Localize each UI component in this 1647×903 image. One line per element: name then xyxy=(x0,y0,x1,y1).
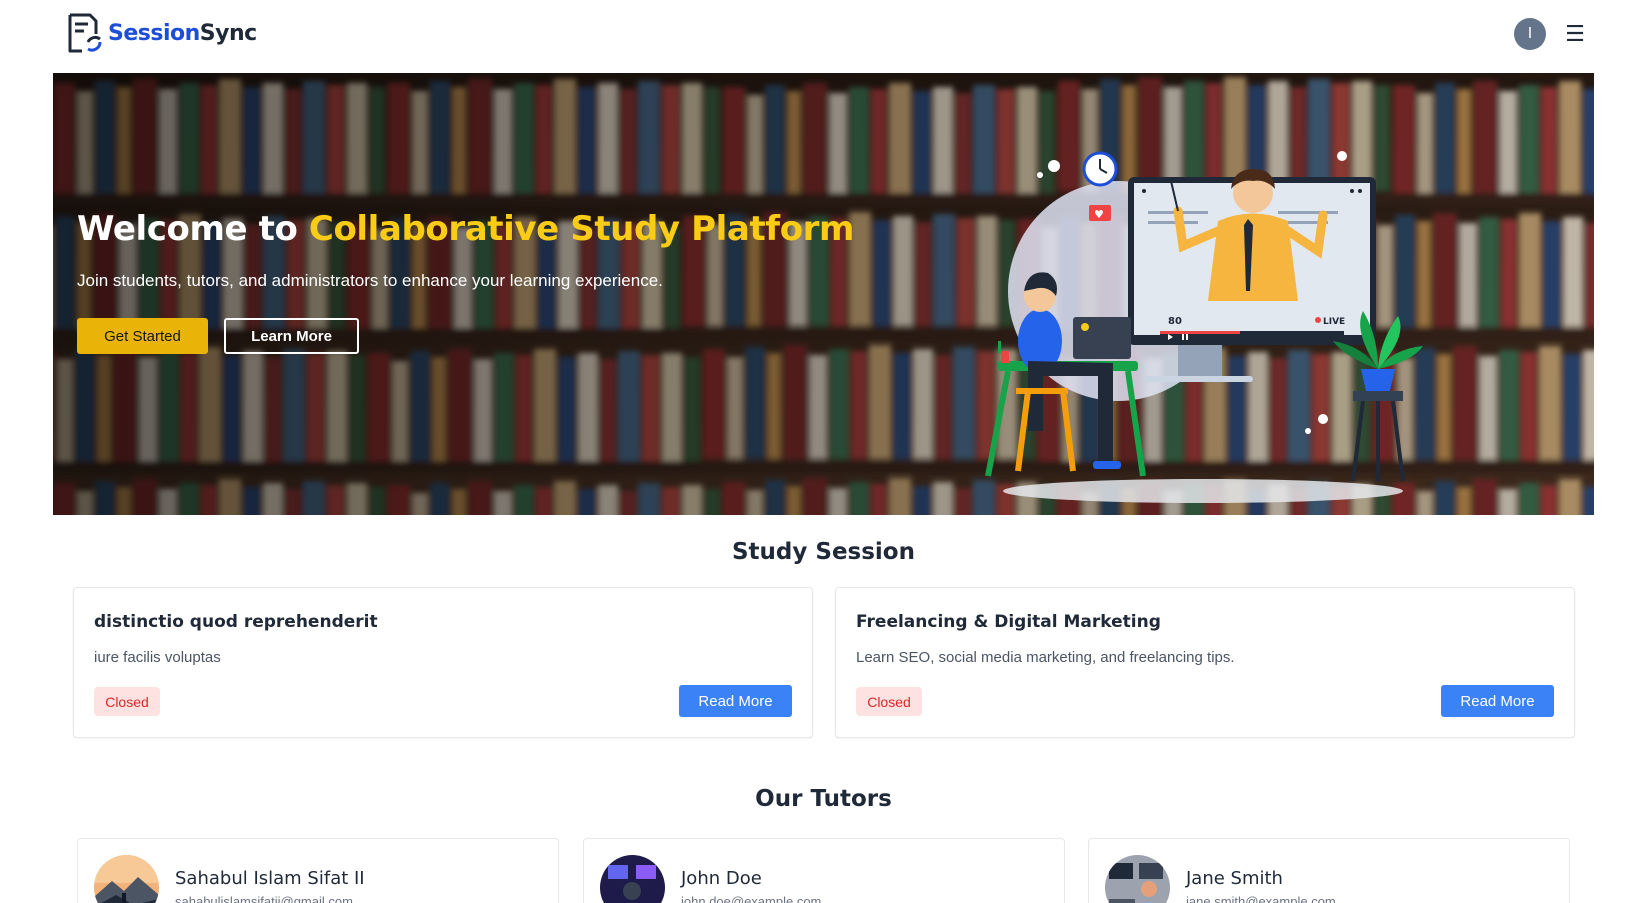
tutor-avatar xyxy=(600,855,665,903)
brand-logo[interactable]: SessionSync xyxy=(66,12,257,54)
tutor-card[interactable]: Jane Smith jane.smith@example.com xyxy=(1088,838,1570,903)
session-title: distinctio quod reprehenderit xyxy=(94,612,378,632)
status-badge: Closed xyxy=(94,687,160,716)
tutor-avatar xyxy=(94,855,159,903)
read-more-button[interactable]: Read More xyxy=(1441,685,1554,717)
session-description: Learn SEO, social media marketing, and f… xyxy=(856,649,1235,666)
live-label-text: LIVE xyxy=(1323,317,1345,327)
hero-title: Welcome to Collaborative Study Platform xyxy=(77,209,854,249)
hero-banner: Welcome to Collaborative Study Platform … xyxy=(53,73,1594,515)
laptop xyxy=(1073,317,1131,359)
tutor-name: Sahabul Islam Sifat II xyxy=(175,868,365,889)
tutor-name: John Doe xyxy=(681,868,762,889)
gamer-photo-icon xyxy=(600,855,665,903)
svg-text:♥: ♥ xyxy=(1094,208,1104,221)
tutor-avatar xyxy=(1105,855,1170,903)
tutor-email: jane.smith@example.com xyxy=(1186,894,1336,903)
navbar: SessionSync I ☰ xyxy=(0,0,1647,70)
session-title: Freelancing & Digital Marketing xyxy=(856,612,1161,632)
user-avatar-button[interactable]: I xyxy=(1514,18,1546,50)
learn-more-button[interactable]: Learn More xyxy=(224,318,359,354)
status-badge: Closed xyxy=(856,687,922,716)
viewer-count-text: 80 xyxy=(1168,316,1182,327)
hamburger-menu-icon[interactable]: ☰ xyxy=(1564,22,1586,46)
session-description: iure facilis voluptas xyxy=(94,649,221,666)
studio-photo-icon xyxy=(1105,855,1170,903)
mountain-photo-icon xyxy=(94,855,159,903)
session-card: Freelancing & Digital Marketing Learn SE… xyxy=(835,587,1575,738)
brand-name-part2: Sync xyxy=(199,20,257,46)
brand-name: SessionSync xyxy=(108,21,257,46)
read-more-button[interactable]: Read More xyxy=(679,685,792,717)
tutor-email: john.doe@example.com xyxy=(681,894,822,903)
tutor-email: sahabulislamsifatii@gmail.com xyxy=(175,894,353,903)
brand-name-part1: Session xyxy=(108,20,200,46)
our-tutors-heading: Our Tutors xyxy=(755,786,892,812)
hero-subtitle: Join students, tutors, and administrator… xyxy=(77,271,663,290)
get-started-button[interactable]: Get Started xyxy=(77,318,208,354)
document-sync-icon xyxy=(68,13,102,53)
session-card: distinctio quod reprehenderit iure facil… xyxy=(73,587,813,738)
study-session-heading: Study Session xyxy=(731,539,915,565)
online-learning-illustration: ♥ 80 LIVE xyxy=(985,151,1423,503)
hero-title-prefix: Welcome to xyxy=(77,209,298,249)
tutor-name: Jane Smith xyxy=(1186,868,1283,889)
tutor-card[interactable]: John Doe john.doe@example.com xyxy=(583,838,1065,903)
tutor-card[interactable]: Sahabul Islam Sifat II sahabulislamsifat… xyxy=(77,838,559,903)
hero-title-accent: Collaborative Study Platform xyxy=(308,209,855,249)
